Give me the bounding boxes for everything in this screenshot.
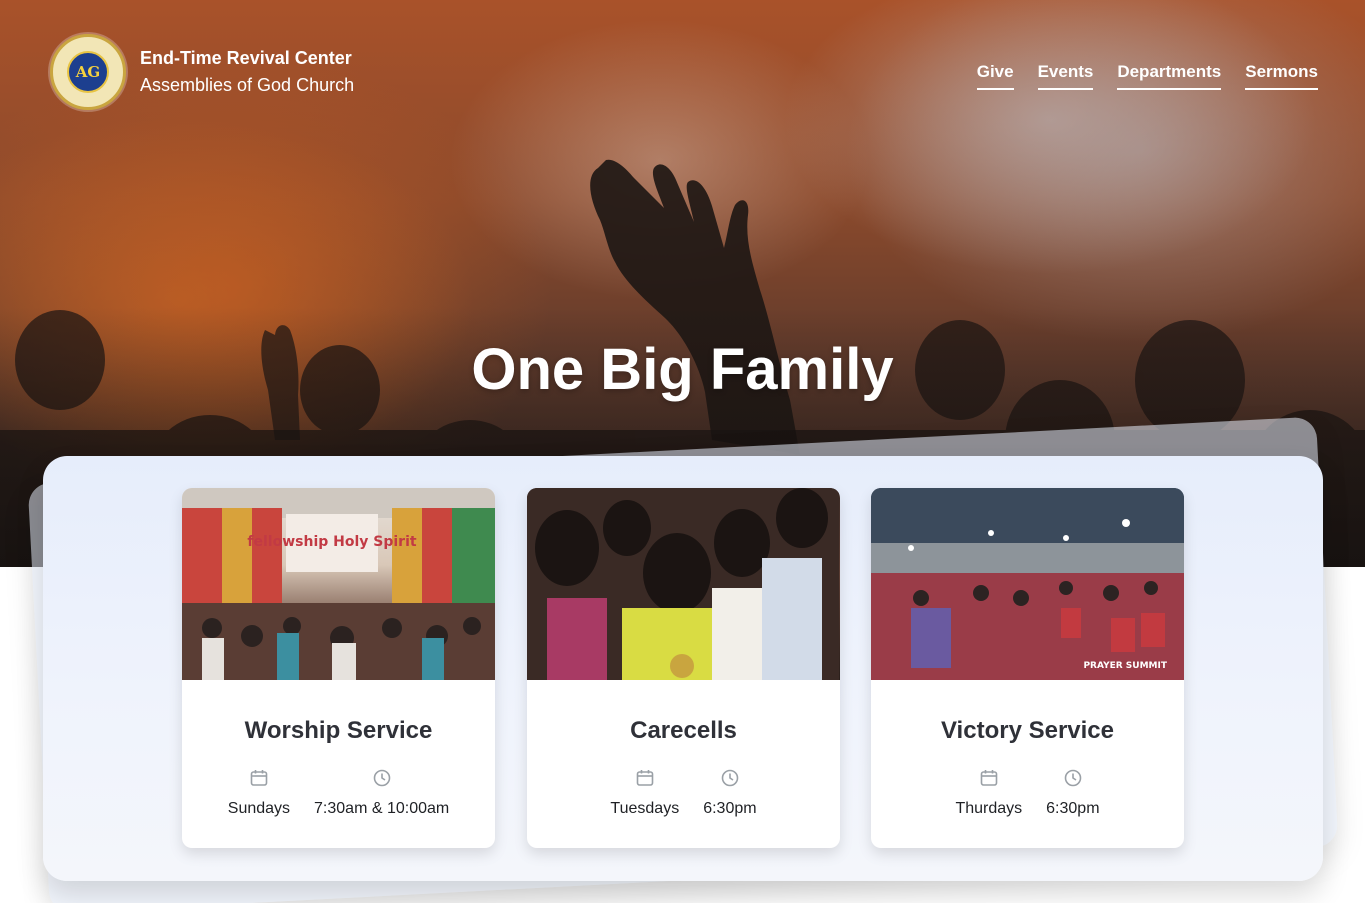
service-day: Tuesdays [610,768,679,819]
service-day-text: Thurdays [955,800,1023,817]
clock-icon [721,769,739,787]
brand[interactable]: AG End-Time Revival Center Assemblies of… [50,34,354,110]
service-schedule: Sundays 7:30am & 10:00am [182,768,495,819]
brand-text: End-Time Revival Center Assemblies of Go… [140,45,354,99]
service-photo: fellowship Holy Spirit [182,488,495,680]
service-card-worship[interactable]: fellowship Holy Spirit Worship Service S… [182,488,495,848]
service-time: 7:30am & 10:00am [314,768,449,819]
service-card-victory[interactable]: PRAYER SUMMIT Victory Service Thurdays 6… [871,488,1184,848]
service-schedule: Tuesdays 6:30pm [527,768,840,819]
service-card-carecells[interactable]: Carecells Tuesdays 6:30pm [527,488,840,848]
service-day-text: Tuesdays [610,800,680,817]
service-day-text: Sundays [227,800,291,817]
clock-icon [1064,769,1082,787]
calendar-icon [980,770,998,786]
clock-icon [373,769,390,787]
service-photo: PRAYER SUMMIT [871,488,1184,680]
calendar-icon [636,770,654,786]
service-time-text: 6:30pm [703,800,757,817]
service-schedule: Thurdays 6:30pm [871,768,1184,819]
service-day: Thurdays [955,768,1022,819]
photo-watermark: PRAYER SUMMIT [1083,661,1167,671]
main-nav: Give Events Departments Sermons [953,61,1318,90]
service-title: Worship Service [244,717,433,744]
brand-title: End-Time Revival Center [140,48,352,68]
banner-text: fellowship Holy Spirit [247,534,416,550]
hero-title: One Big Family [471,337,894,402]
church-logo[interactable]: AG [50,34,126,110]
logo-emblem: AG [67,51,109,93]
service-time: 6:30pm [1046,768,1100,819]
brand-subtitle: Assemblies of God Church [140,75,355,95]
nav-link-sermons[interactable]: Sermons [1245,61,1318,90]
nav-link-give[interactable]: Give [976,61,1014,90]
service-title: Carecells [630,717,737,744]
service-day: Sundays [228,768,290,819]
nav-link-departments[interactable]: Departments [1117,61,1222,90]
nav-link-events[interactable]: Events [1037,61,1094,90]
service-time: 6:30pm [703,768,757,819]
service-time-text: 6:30pm [1046,800,1100,817]
service-photo [527,488,840,680]
service-time-text: 7:30am & 10:00am [314,800,450,817]
calendar-icon [250,770,268,786]
service-title: Victory Service [940,717,1114,744]
logo-text: AG [75,63,101,81]
